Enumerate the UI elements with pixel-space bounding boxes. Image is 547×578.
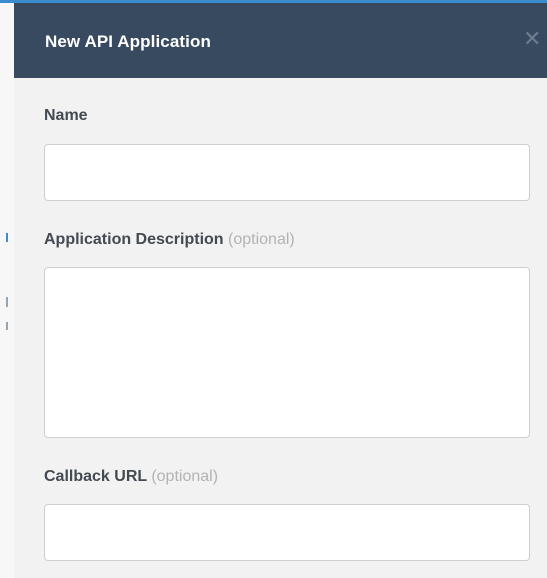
name-label-text: Name [44, 107, 88, 124]
description-textarea[interactable] [44, 267, 530, 438]
callback-url-label-text: Callback URL [44, 468, 147, 485]
close-icon[interactable]: ✕ [523, 27, 547, 51]
callback-url-label: Callback URL (optional) [44, 468, 218, 486]
background-marker [6, 233, 8, 242]
background-page-edge [0, 0, 15, 578]
callback-url-input[interactable] [44, 504, 530, 561]
background-marker [6, 297, 8, 307]
modal-title: New API Application [45, 32, 211, 51]
name-label: Name [44, 107, 88, 125]
name-input[interactable] [44, 144, 530, 201]
new-api-application-modal: New API Application ✕ Name Application D… [14, 3, 547, 578]
description-optional-hint: (optional) [228, 231, 295, 248]
callback-url-optional-hint: (optional) [151, 468, 219, 485]
description-label-text: Application Description [44, 231, 224, 248]
modal-header: New API Application ✕ [14, 3, 547, 78]
description-label: Application Description (optional) [44, 231, 295, 249]
background-marker [6, 322, 8, 330]
